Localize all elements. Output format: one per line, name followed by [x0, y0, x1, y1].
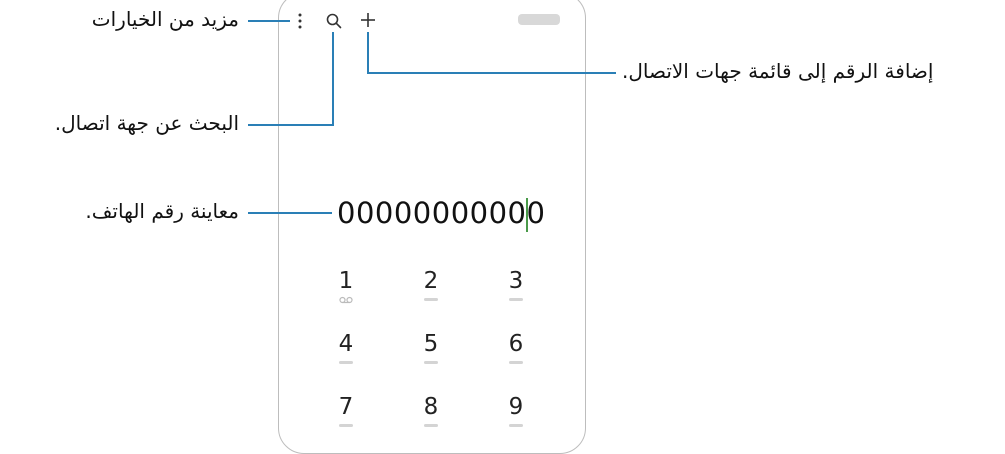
key-digit: 8 — [423, 394, 439, 420]
callout-search-contact: البحث عن جهة اتصال. — [54, 111, 239, 135]
key-6[interactable]: 6 — [496, 331, 536, 364]
key-letters — [424, 361, 438, 364]
phone-number-preview: 00000000000 — [337, 196, 546, 230]
search-icon[interactable] — [325, 12, 343, 30]
key-digit: 1 — [338, 268, 354, 294]
key-7[interactable]: 7 — [326, 394, 366, 427]
key-digit: 5 — [423, 331, 439, 357]
key-4[interactable]: 4 — [326, 331, 366, 364]
callout-more-options: مزيد من الخيارات — [91, 7, 239, 31]
voicemail-icon — [339, 296, 353, 304]
key-letters — [424, 298, 438, 301]
callout-add-contacts: إضافة الرقم إلى قائمة جهات الاتصال. — [622, 59, 934, 83]
key-letters — [509, 361, 523, 364]
key-digit: 9 — [508, 394, 524, 420]
callout-line-search — [248, 124, 334, 126]
key-letters — [509, 298, 523, 301]
key-5[interactable]: 5 — [411, 331, 451, 364]
key-3[interactable]: 3 — [496, 268, 536, 301]
callout-vline-search — [332, 32, 334, 126]
key-letters — [339, 424, 353, 427]
callout-line-more — [248, 20, 290, 22]
key-digit: 7 — [338, 394, 354, 420]
key-letters — [424, 424, 438, 427]
key-digit: 4 — [338, 331, 354, 357]
key-9[interactable]: 9 — [496, 394, 536, 427]
key-8[interactable]: 8 — [411, 394, 451, 427]
add-icon[interactable] — [359, 11, 377, 29]
key-digit: 6 — [508, 331, 524, 357]
callout-vline-add — [367, 32, 369, 74]
key-1[interactable]: 1 — [326, 268, 366, 304]
key-digit: 3 — [508, 268, 524, 294]
more-options-icon[interactable] — [296, 12, 304, 30]
callout-line-preview — [248, 212, 332, 214]
callout-line-add — [368, 72, 616, 74]
blurred-title — [518, 14, 560, 25]
text-cursor — [526, 198, 528, 232]
callout-preview-number: معاينة رقم الهاتف. — [85, 199, 239, 223]
key-digit: 2 — [423, 268, 439, 294]
key-letters — [339, 361, 353, 364]
key-2[interactable]: 2 — [411, 268, 451, 301]
key-letters — [509, 424, 523, 427]
